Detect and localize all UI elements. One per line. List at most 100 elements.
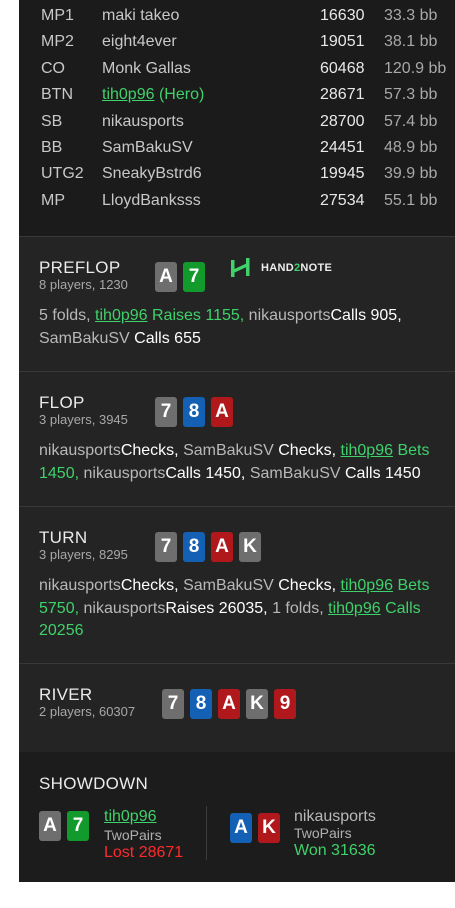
hand2note-logo-icon <box>231 258 250 277</box>
hero-link[interactable]: tih0p96 <box>95 307 148 324</box>
action-raise: Raises <box>165 599 215 617</box>
player-link[interactable]: SamBakuSV <box>250 465 341 482</box>
player-name[interactable]: nikausports <box>102 113 184 131</box>
showdown-left-card-2: 7 <box>67 811 89 841</box>
action-call: Calls 1450 <box>345 464 421 482</box>
hand2note-logo: HAND2NOTE <box>231 257 341 279</box>
hero-link[interactable]: tih0p96 <box>328 600 381 617</box>
action-amount: 1450, <box>39 464 80 482</box>
action-folds: 1 folds, <box>272 599 324 617</box>
action-folds: 5 folds, <box>39 307 91 324</box>
showdown-right-card-2: K <box>258 813 280 843</box>
player-position: BTN <box>41 86 73 103</box>
player-link[interactable]: SamBakuSV <box>183 577 274 594</box>
action-bet: Bets <box>397 577 430 594</box>
flop-actions: nikausportsChecks, SamBakuSV Checks, tih… <box>39 440 439 485</box>
action-check: Checks, <box>278 577 337 594</box>
player-stack: 19945 <box>320 165 365 182</box>
action-amount: 5750, <box>39 599 80 617</box>
player-stack: 19051 <box>320 33 365 50</box>
board-card-3: A <box>218 689 240 719</box>
player-stack-bb: 57.3 bb <box>384 86 438 103</box>
action-check: Checks, <box>120 442 179 459</box>
showdown-left-hand: TwoPairs <box>104 827 162 843</box>
player-position: CO <box>41 60 65 77</box>
street-title-river: RIVER <box>39 685 93 704</box>
player-link[interactable]: nikausports <box>84 465 166 482</box>
player-name[interactable]: SneakyBstrd6 <box>102 165 202 183</box>
action-call: Calls 905, <box>330 307 402 324</box>
showdown-title: SHOWDOWN <box>39 774 149 793</box>
player-stack-bb: 48.9 bb <box>384 139 438 156</box>
board-card-3: A <box>211 532 233 562</box>
player-name[interactable]: maki takeo <box>102 7 179 25</box>
showdown-divider <box>206 806 207 860</box>
action-raise: Raises <box>152 307 201 324</box>
player-name[interactable]: eight4ever <box>102 33 177 51</box>
action-check: Checks, <box>120 577 179 594</box>
street-subtitle-river: 2 players, 60307 <box>39 704 136 719</box>
player-stack-bb: 33.3 bb <box>384 7 438 24</box>
board-card-2: 8 <box>190 689 212 719</box>
player-stack-bb: 57.4 bb <box>384 113 438 130</box>
player-link[interactable]: nikausports <box>39 577 121 594</box>
hero-name-link[interactable]: tih0p96 <box>102 86 155 103</box>
preflop-actions: 5 folds, tih0p96 Raises 1155, nikausport… <box>39 305 439 350</box>
board-card-2: 8 <box>183 397 205 427</box>
player-stack: 60468 <box>320 60 365 77</box>
player-position: UTG2 <box>41 165 84 182</box>
board-card-1: 7 <box>155 397 177 427</box>
action-call: Calls 1450, <box>165 464 246 482</box>
action-amount: 1155, <box>205 307 245 324</box>
player-link[interactable]: nikausports <box>39 442 121 459</box>
player-stack: 28700 <box>320 113 365 130</box>
hero-tag: (Hero) <box>158 86 205 103</box>
player-link[interactable]: SamBakuSV <box>183 442 274 459</box>
divider <box>19 506 455 507</box>
showdown-right-player[interactable]: nikausports <box>294 808 376 826</box>
player-stack-bb: 38.1 bb <box>384 33 438 50</box>
hand-history-panel: MP1 maki takeo 16630 33.3 bb MP2 eight4e… <box>19 0 455 882</box>
action-call: Calls 655 <box>134 329 201 347</box>
board-card-5: 9 <box>274 689 296 719</box>
board-card-4: K <box>239 532 261 562</box>
player-position: SB <box>41 113 63 130</box>
street-title-turn: TURN <box>39 528 88 547</box>
action-amount: 20256 <box>39 622 84 639</box>
showdown-left-player[interactable]: tih0p96 <box>104 808 157 826</box>
action-bet: Bets <box>397 442 430 459</box>
player-name-hero: tih0p96 (Hero) <box>102 86 204 104</box>
hero-link[interactable]: tih0p96 <box>341 442 394 459</box>
player-stack-bb: 120.9 bb <box>384 60 447 77</box>
street-subtitle-flop: 3 players, 3945 <box>39 412 128 427</box>
hand2note-logo-text: HAND2NOTE <box>261 262 333 274</box>
player-row: SB nikausports 28700 57.4 bb <box>19 113 455 139</box>
hole-card-2: 7 <box>183 262 205 292</box>
player-position: MP <box>41 192 65 209</box>
action-amount: 26035, <box>218 599 268 617</box>
showdown-right-hand: TwoPairs <box>294 825 352 841</box>
player-name[interactable]: Monk Gallas <box>102 60 191 78</box>
player-row: BB SamBakuSV 24451 48.9 bb <box>19 139 455 165</box>
player-link[interactable]: nikausports <box>84 600 166 617</box>
player-name[interactable]: LloydBanksss <box>102 192 201 210</box>
player-link[interactable]: nikausports <box>249 307 331 324</box>
player-name[interactable]: SamBakuSV <box>102 139 193 157</box>
player-row: MP2 eight4ever 19051 38.1 bb <box>19 33 455 59</box>
player-position: BB <box>41 139 63 156</box>
board-card-4: K <box>246 689 268 719</box>
player-row: MP LloydBanksss 27534 55.1 bb <box>19 192 455 218</box>
turn-actions: nikausportsChecks, SamBakuSV Checks, tih… <box>39 575 439 643</box>
street-subtitle-turn: 3 players, 8295 <box>39 547 128 562</box>
board-card-3: A <box>211 397 233 427</box>
player-stack-bb: 39.9 bb <box>384 165 438 182</box>
hero-link[interactable]: tih0p96 <box>341 577 394 594</box>
board-card-2: 8 <box>183 532 205 562</box>
hole-card-1: A <box>155 262 177 292</box>
divider <box>19 371 455 372</box>
player-row: MP1 maki takeo 16630 33.3 bb <box>19 7 455 33</box>
divider <box>19 236 455 237</box>
player-row: CO Monk Gallas 60468 120.9 bb <box>19 60 455 86</box>
player-link[interactable]: SamBakuSV <box>39 330 130 347</box>
player-row-hero: BTN tih0p96 (Hero) 28671 57.3 bb <box>19 86 455 112</box>
